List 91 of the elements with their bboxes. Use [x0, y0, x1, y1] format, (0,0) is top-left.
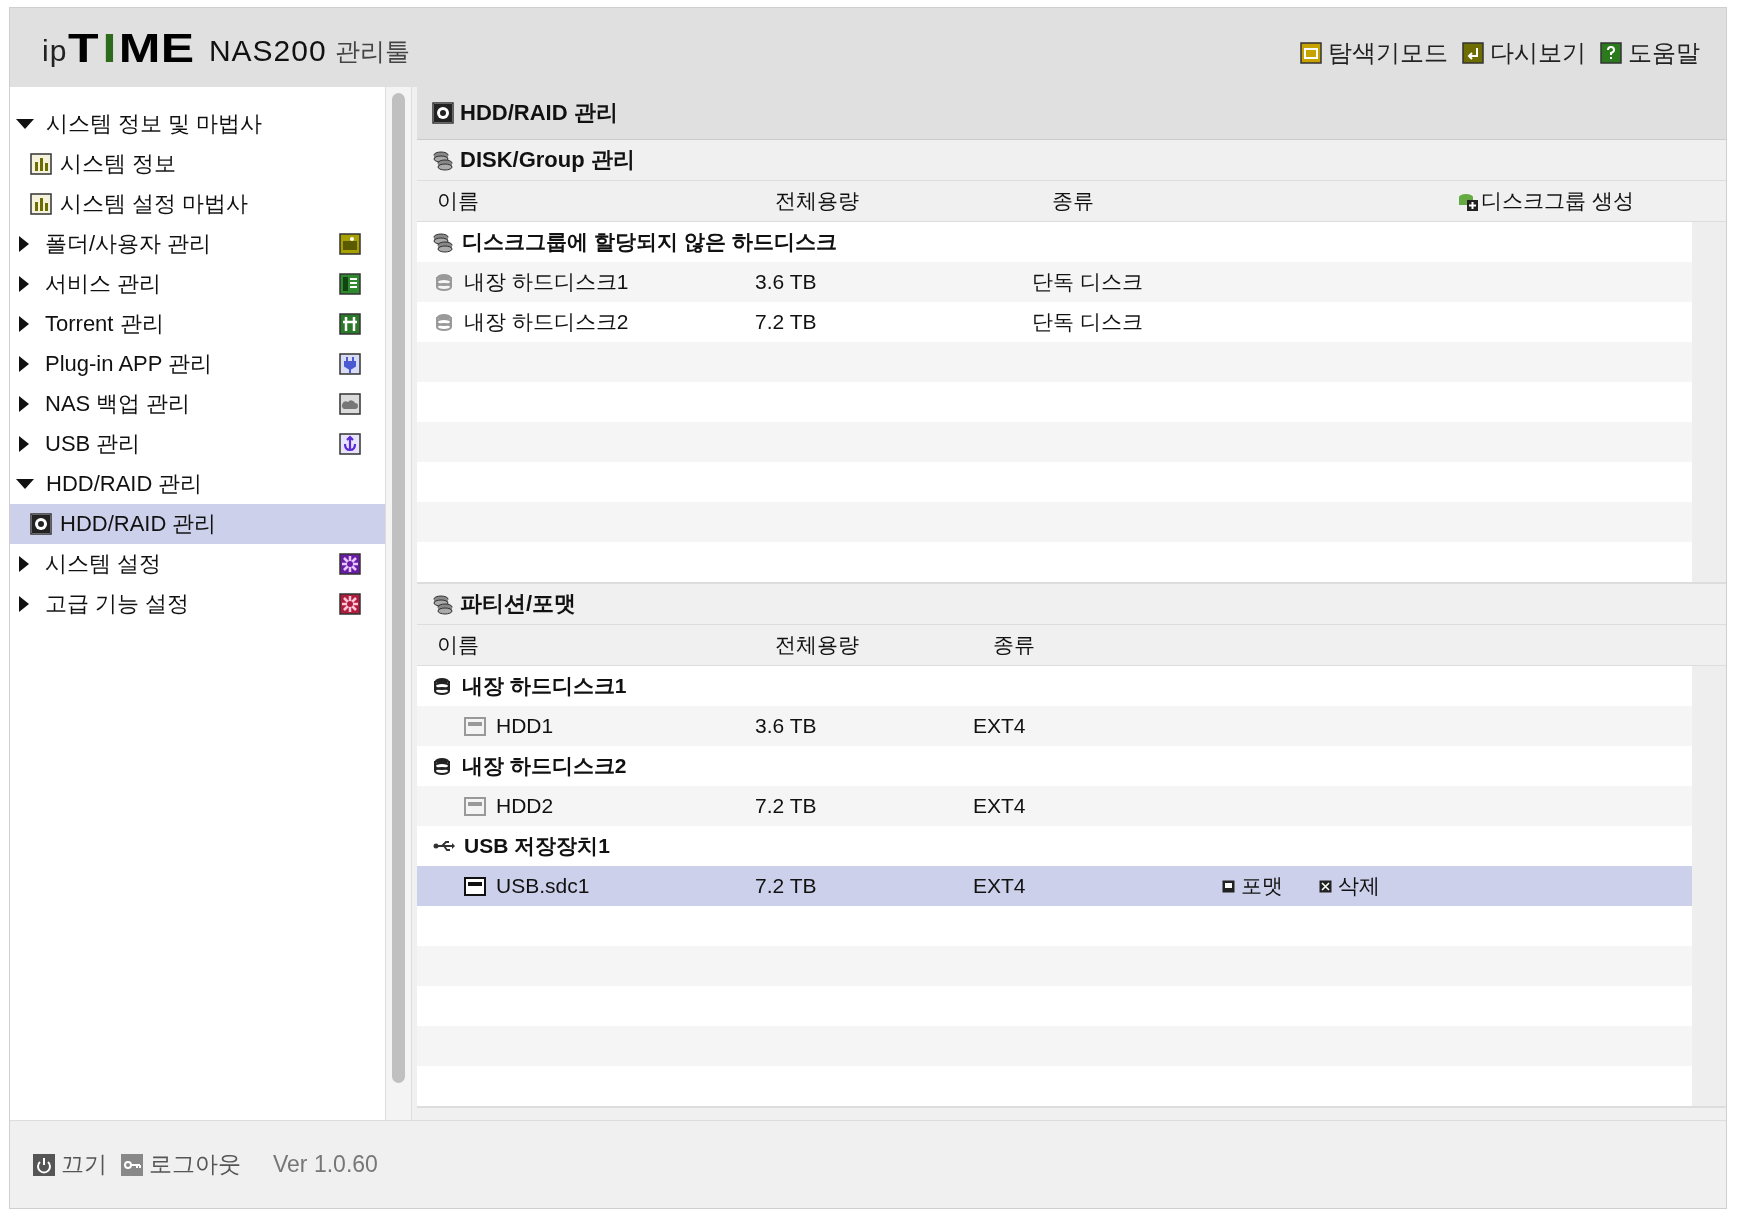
table-row[interactable]: USB.sdc1 7.2 TB EXT4 포맷 삭제	[417, 866, 1692, 906]
group-name: 디스크그룹에 할당되지 않은 하드디스크	[462, 229, 837, 255]
delete-icon	[1319, 879, 1332, 893]
tree-item[interactable]: NAS 백업 관리	[10, 384, 385, 424]
tree-item[interactable]: 시스템 설정	[10, 544, 385, 584]
table-cell: 단독 디스크	[1032, 270, 1143, 293]
folder-image-icon	[339, 233, 361, 255]
table-cell: EXT4	[973, 874, 1026, 897]
bar-chart-icon	[30, 153, 52, 175]
page-title: HDD/RAID 관리	[460, 99, 618, 127]
table-cell: 7.2 TB	[755, 874, 817, 897]
table-cell: 3.6 TB	[755, 714, 817, 737]
disk-icon	[434, 312, 454, 332]
table-cell: HDD2	[496, 794, 554, 818]
partition-icon	[464, 875, 486, 897]
brand-logo: ipTIME	[42, 27, 195, 68]
expand-arrow-icon[interactable]	[16, 119, 34, 129]
tree-item[interactable]: 시스템 설정 마법사	[10, 184, 385, 224]
expand-arrow-icon[interactable]	[19, 396, 29, 412]
list-icon	[339, 273, 361, 295]
header-link[interactable]: 탐색기모드	[1300, 36, 1448, 69]
table-cell: 3.6 TB	[755, 270, 817, 293]
table-cell-text: 내장 하드디스크2	[464, 309, 629, 335]
expand-arrow-icon[interactable]	[19, 436, 29, 452]
table-cell: HDD1	[496, 714, 554, 738]
logout-link[interactable]: 로그아웃	[121, 1149, 241, 1180]
tool-name: 관리툴	[334, 35, 410, 67]
table-cell: 단독 디스크	[1032, 310, 1143, 333]
expand-arrow-icon[interactable]	[19, 236, 29, 252]
disk-icon	[434, 272, 454, 292]
disk-icon	[432, 102, 454, 124]
group-name: 내장 하드디스크1	[462, 673, 627, 699]
group-name: 내장 하드디스크2	[462, 753, 627, 779]
power-icon	[33, 1153, 55, 1176]
disk-stack-icon	[432, 231, 454, 253]
create-group-link[interactable]: 디스크그룹 생성	[1457, 187, 1634, 215]
help-icon	[1600, 41, 1622, 64]
expand-arrow-icon[interactable]	[16, 479, 34, 489]
column-header: 이름	[437, 632, 480, 658]
tree-item[interactable]: HDD/RAID 관리	[10, 504, 385, 544]
table-cell-text: 내장 하드디스크1	[464, 269, 629, 295]
tree-item[interactable]: 서비스 관리	[10, 264, 385, 304]
group-name: USB 저장장치1	[464, 833, 610, 859]
partition-icon	[464, 715, 486, 737]
header-link[interactable]: 다시보기	[1462, 36, 1586, 69]
partition-icon	[464, 795, 486, 817]
header-link[interactable]: 도움말	[1600, 36, 1700, 69]
expand-arrow-icon[interactable]	[19, 356, 29, 372]
disk-icon	[30, 513, 52, 535]
table-row[interactable]: HDD2 7.2 TB EXT4	[417, 786, 1692, 826]
expand-arrow-icon[interactable]	[19, 316, 29, 332]
plug-icon	[339, 353, 361, 375]
table-cell: EXT4	[973, 794, 1026, 817]
expand-arrow-icon[interactable]	[19, 556, 29, 572]
tree-item[interactable]: 폴더/사용자 관리	[10, 224, 385, 264]
bar-chart-icon	[30, 193, 52, 215]
gear-icon	[339, 553, 361, 575]
table-row[interactable]: HDD1 3.6 TB EXT4	[417, 706, 1692, 746]
product-name: NAS200	[208, 33, 327, 68]
table-cell: USB.sdc1	[496, 874, 590, 898]
table-cell: 7.2 TB	[755, 310, 817, 333]
format-link[interactable]: 포맷	[1222, 872, 1283, 900]
table-cell: 7.2 TB	[755, 794, 817, 817]
format-icon	[1222, 879, 1235, 893]
column-header: 이름	[437, 188, 480, 214]
tree-item[interactable]: HDD/RAID 관리	[10, 464, 385, 504]
disk-stack-icon	[432, 149, 454, 171]
section-title: 파티션/포맷	[460, 590, 577, 618]
version-text: Ver 1.0.60	[273, 1151, 378, 1178]
tree-item[interactable]: Plug-in APP 관리	[10, 344, 385, 384]
tree-item[interactable]: USB 관리	[10, 424, 385, 464]
cloud-icon	[339, 393, 361, 415]
tree-item[interactable]: Torrent 관리	[10, 304, 385, 344]
expand-arrow-icon[interactable]	[19, 276, 29, 292]
column-header: 종류	[1052, 188, 1095, 214]
grid-icon	[339, 313, 361, 335]
column-header: 전체용량	[775, 632, 860, 658]
column-header: 종류	[993, 632, 1035, 658]
gear-icon	[339, 593, 361, 615]
key-icon	[121, 1153, 143, 1176]
section-title: DISK/Group 관리	[460, 146, 635, 174]
table-cell: EXT4	[973, 714, 1026, 737]
column-header: 전체용량	[775, 188, 860, 214]
tree-item[interactable]: 시스템 정보 및 마법사	[10, 104, 385, 144]
disk-stack-icon	[432, 593, 454, 615]
scrollbar-thumb[interactable]	[392, 93, 405, 1083]
tree-item[interactable]: 고급 기능 설정	[10, 584, 385, 624]
delete-link[interactable]: 삭제	[1319, 872, 1380, 900]
expand-arrow-icon[interactable]	[19, 596, 29, 612]
tree-item[interactable]: 시스템 정보	[10, 144, 385, 184]
power-off-link[interactable]: 끄기	[33, 1149, 107, 1180]
